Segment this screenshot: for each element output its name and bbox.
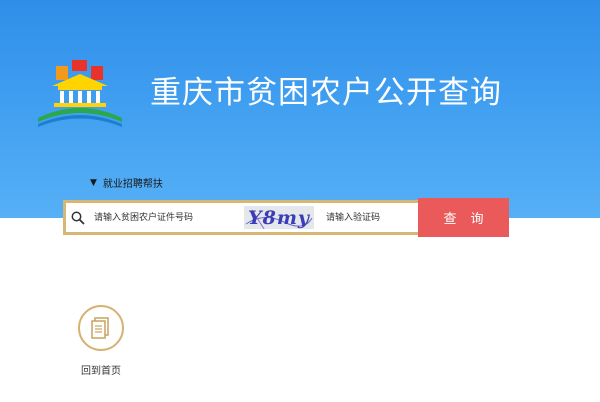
- document-icon: [91, 317, 109, 339]
- search-icon: [66, 203, 90, 232]
- page-title: 重庆市贫困农户公开查询: [150, 75, 502, 111]
- logo: [34, 56, 126, 130]
- tab-label: 就业招聘帮扶: [102, 179, 163, 190]
- home-link[interactable]: 回到首页: [74, 305, 128, 377]
- home-label: 回到首页: [81, 366, 121, 377]
- tab-employment[interactable]: ▼ 就业招聘帮扶: [90, 175, 163, 191]
- captcha-image[interactable]: Y8my: [244, 206, 314, 229]
- captcha-text: Y8my: [248, 206, 310, 229]
- triangle-down-icon: ▼: [90, 177, 97, 188]
- id-number-input[interactable]: [90, 203, 244, 232]
- logo-icon: [38, 60, 122, 127]
- query-button[interactable]: 查询: [418, 198, 509, 237]
- home-button[interactable]: [78, 305, 124, 351]
- captcha-input[interactable]: [314, 203, 430, 232]
- hero-banner: 重庆市贫困农户公开查询 ▼ 就业招聘帮扶: [0, 0, 600, 218]
